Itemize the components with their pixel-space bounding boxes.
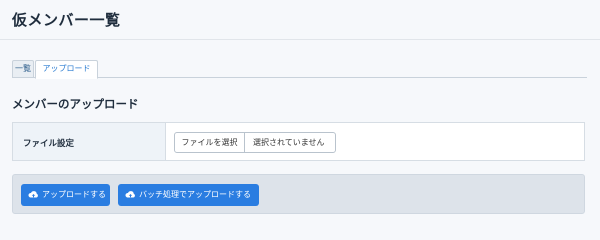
tab-bar: 一覧 アップロード <box>12 60 587 79</box>
tab-list[interactable]: 一覧 <box>12 60 34 78</box>
tab-upload[interactable]: アップロード <box>35 60 98 79</box>
page-title: 仮メンバー一覧 <box>12 11 121 29</box>
file-setting-label: ファイル設定 <box>23 139 75 149</box>
action-bar: アップロードする バッチ処理でアップロードする <box>12 174 585 214</box>
upload-button[interactable]: アップロードする <box>21 184 110 206</box>
choose-file-button[interactable]: ファイルを選択 <box>175 133 245 152</box>
batch-upload-button-label: バッチ処理でアップロードする <box>139 190 251 199</box>
cloud-upload-icon <box>28 191 38 198</box>
file-input[interactable]: ファイルを選択 選択されていません <box>174 132 336 153</box>
upload-button-label: アップロードする <box>42 190 106 199</box>
file-setting-label-cell: ファイル設定 <box>13 123 166 160</box>
batch-upload-button[interactable]: バッチ処理でアップロードする <box>118 184 259 206</box>
title-divider <box>0 39 600 40</box>
file-status-text: 選択されていません <box>253 138 325 147</box>
cloud-upload-icon <box>125 191 135 198</box>
file-setting-row: ファイル設定 ファイルを選択 選択されていません <box>12 122 585 161</box>
section-title: メンバーのアップロード <box>12 97 139 111</box>
